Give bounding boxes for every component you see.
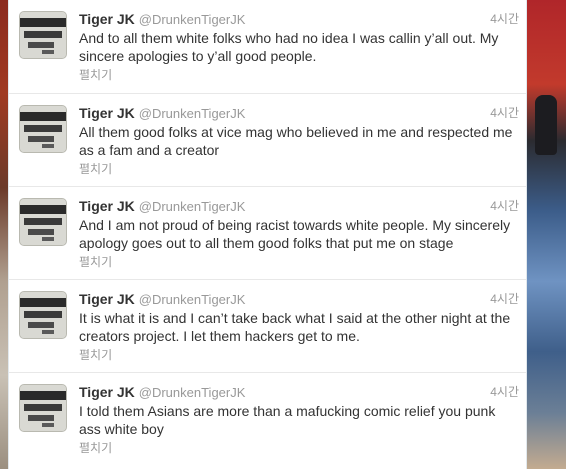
expand-link[interactable]: 펼치기 (79, 66, 112, 83)
tweet-fullname[interactable]: Tiger JK (79, 384, 135, 400)
tweet-text: I told them Asians are more than a mafuc… (79, 403, 496, 437)
background-photo-left (0, 0, 8, 469)
tweet-text: And I am not proud of being racist towar… (79, 217, 511, 251)
expand-link[interactable]: 펼치기 (79, 160, 112, 177)
tweet-item[interactable]: Tiger JK @DrunkenTigerJK 4시간 I told them … (9, 373, 526, 469)
tweet-header: Tiger JK @DrunkenTigerJK 4시간 (79, 290, 519, 308)
profile-avatar[interactable] (19, 11, 67, 59)
tweet-username[interactable]: @DrunkenTigerJK (139, 199, 246, 214)
expand-link[interactable]: 펼치기 (79, 253, 112, 270)
chalkboard-text-avatar-icon (20, 292, 66, 338)
tweet-fullname[interactable]: Tiger JK (79, 198, 135, 214)
tweet-header: Tiger JK @DrunkenTigerJK 4시간 (79, 10, 519, 28)
chalkboard-text-avatar-icon (20, 199, 66, 245)
background-photo-right (527, 0, 566, 469)
tweet-fullname[interactable]: Tiger JK (79, 105, 135, 121)
tweet-header: Tiger JK @DrunkenTigerJK 4시간 (79, 197, 519, 215)
chalkboard-text-avatar-icon (20, 385, 66, 431)
tweet-item[interactable]: Tiger JK @DrunkenTigerJK 4시간 It is what i… (9, 280, 526, 373)
tweet-item[interactable]: Tiger JK @DrunkenTigerJK 4시간 And to all t… (9, 0, 526, 94)
tweet-fullname[interactable]: Tiger JK (79, 291, 135, 307)
chalkboard-text-avatar-icon (20, 106, 66, 152)
tweet-timestamp[interactable]: 4시간 (490, 104, 519, 122)
tweet-timestamp[interactable]: 4시간 (490, 10, 519, 28)
tweet-item[interactable]: Tiger JK @DrunkenTigerJK 4시간 All them goo… (9, 94, 526, 187)
tweet-text: All them good folks at vice mag who beli… (79, 124, 513, 158)
tweet-header: Tiger JK @DrunkenTigerJK 4시간 (79, 104, 519, 122)
profile-avatar[interactable] (19, 384, 67, 432)
chalkboard-text-avatar-icon (20, 12, 66, 58)
tweet-timestamp[interactable]: 4시간 (490, 290, 519, 308)
profile-avatar[interactable] (19, 105, 67, 153)
tweet-username[interactable]: @DrunkenTigerJK (139, 106, 246, 121)
expand-link[interactable]: 펼치기 (79, 346, 112, 363)
profile-avatar[interactable] (19, 291, 67, 339)
expand-link[interactable]: 펼치기 (79, 439, 112, 456)
tweet-timestamp[interactable]: 4시간 (490, 197, 519, 215)
tweet-timestamp[interactable]: 4시간 (490, 383, 519, 401)
profile-avatar[interactable] (19, 198, 67, 246)
tweet-item[interactable]: Tiger JK @DrunkenTigerJK 4시간 And I am not… (9, 187, 526, 280)
tweet-username[interactable]: @DrunkenTigerJK (139, 385, 246, 400)
tweet-username[interactable]: @DrunkenTigerJK (139, 292, 246, 307)
tweet-username[interactable]: @DrunkenTigerJK (139, 12, 246, 27)
tweet-timeline: Tiger JK @DrunkenTigerJK 4시간 And to all t… (8, 0, 527, 469)
tweet-fullname[interactable]: Tiger JK (79, 11, 135, 27)
tweet-text: And to all them white folks who had no i… (79, 30, 499, 64)
tweet-text: It is what it is and I can’t take back w… (79, 310, 511, 344)
tweet-header: Tiger JK @DrunkenTigerJK 4시간 (79, 383, 519, 401)
